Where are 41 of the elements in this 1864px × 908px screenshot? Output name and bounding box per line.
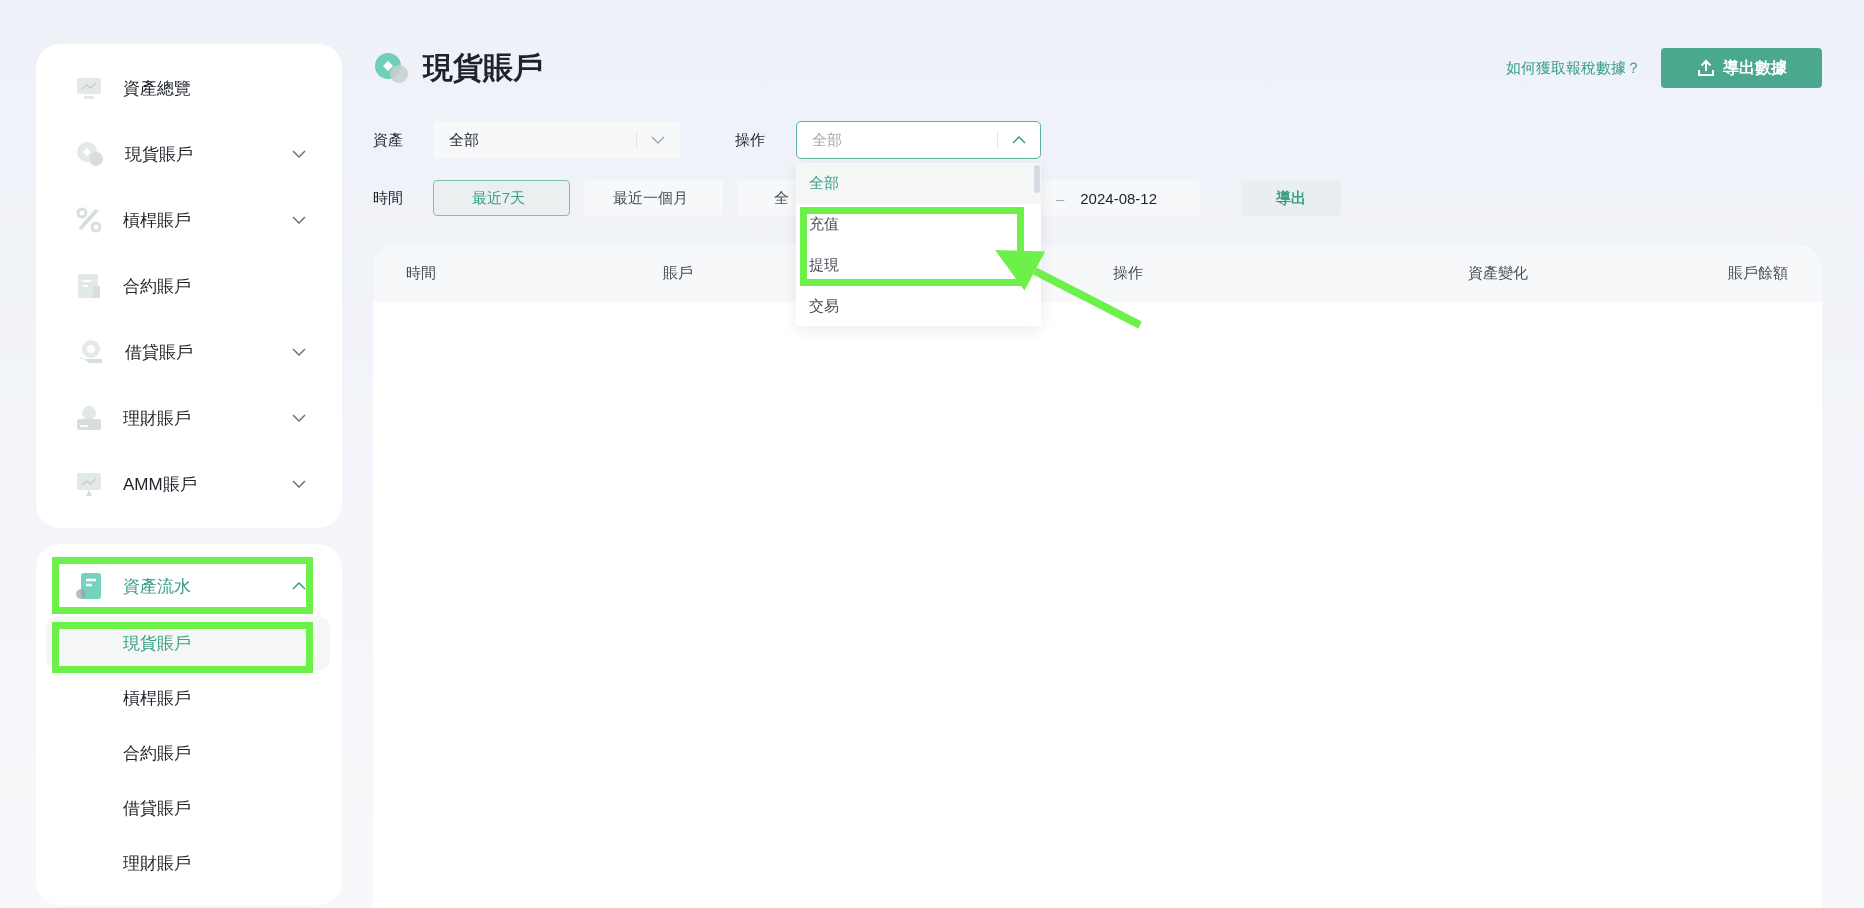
filter-label: 操作 (735, 130, 766, 150)
document-icon (76, 273, 102, 299)
person-card-icon (76, 405, 102, 431)
scrollbar-thumb[interactable] (1034, 165, 1040, 193)
chevron-down-icon (651, 136, 665, 144)
monitor-chart-icon (76, 75, 102, 101)
sidebar-item[interactable]: 合約賬戶 (36, 253, 342, 319)
chevron-down-icon (292, 216, 306, 224)
page-title: 現貨賬戶 (423, 49, 544, 86)
column-header: 賬戶 (663, 264, 693, 283)
column-header: 時間 (406, 264, 436, 283)
chevron-up-icon (292, 582, 306, 590)
percent-icon (76, 207, 102, 233)
sidebar-item[interactable]: AMM賬戶 (36, 451, 342, 517)
dropdown-option[interactable]: 交易 (796, 286, 1041, 326)
column-header: 賬戶餘額 (1728, 264, 1788, 283)
chevron-down-icon (292, 414, 306, 422)
chevron-up-icon (1012, 136, 1026, 144)
sidebar-item[interactable]: 槓桿賬戶 (36, 187, 342, 253)
coins-icon (373, 51, 411, 85)
column-header: 資產變化 (1468, 264, 1528, 283)
sidebar-item[interactable]: 資產總覽 (36, 55, 342, 121)
upload-icon (1696, 59, 1715, 77)
sidebar-item[interactable]: 現貨賬戶 (36, 121, 342, 187)
monitor-chart-icon (76, 471, 102, 497)
sidebar-item[interactable]: 借貸賬戶 (36, 319, 342, 385)
range-button[interactable]: 最近一個月 (584, 180, 723, 216)
chevron-down-icon (292, 150, 306, 158)
chevron-down-icon (292, 348, 306, 356)
filter-label: 資產 (373, 130, 404, 150)
sidebar-item[interactable]: 理財賬戶 (36, 385, 342, 451)
sidebar-subitem[interactable]: 理財賬戶 (46, 836, 330, 891)
sidebar-subitem[interactable]: 槓桿賬戶 (46, 671, 330, 726)
sidebar-subitem[interactable]: 借貸賬戶 (46, 781, 330, 836)
chevron-down-icon (292, 480, 306, 488)
column-header: 操作 (1113, 264, 1143, 283)
coins-icon (76, 141, 104, 167)
sidebar-subitem[interactable]: 合約賬戶 (46, 726, 330, 781)
asset-select[interactable]: 全部 (433, 121, 680, 159)
filter-label: 時間 (373, 188, 404, 208)
ledger-icon (76, 572, 102, 600)
